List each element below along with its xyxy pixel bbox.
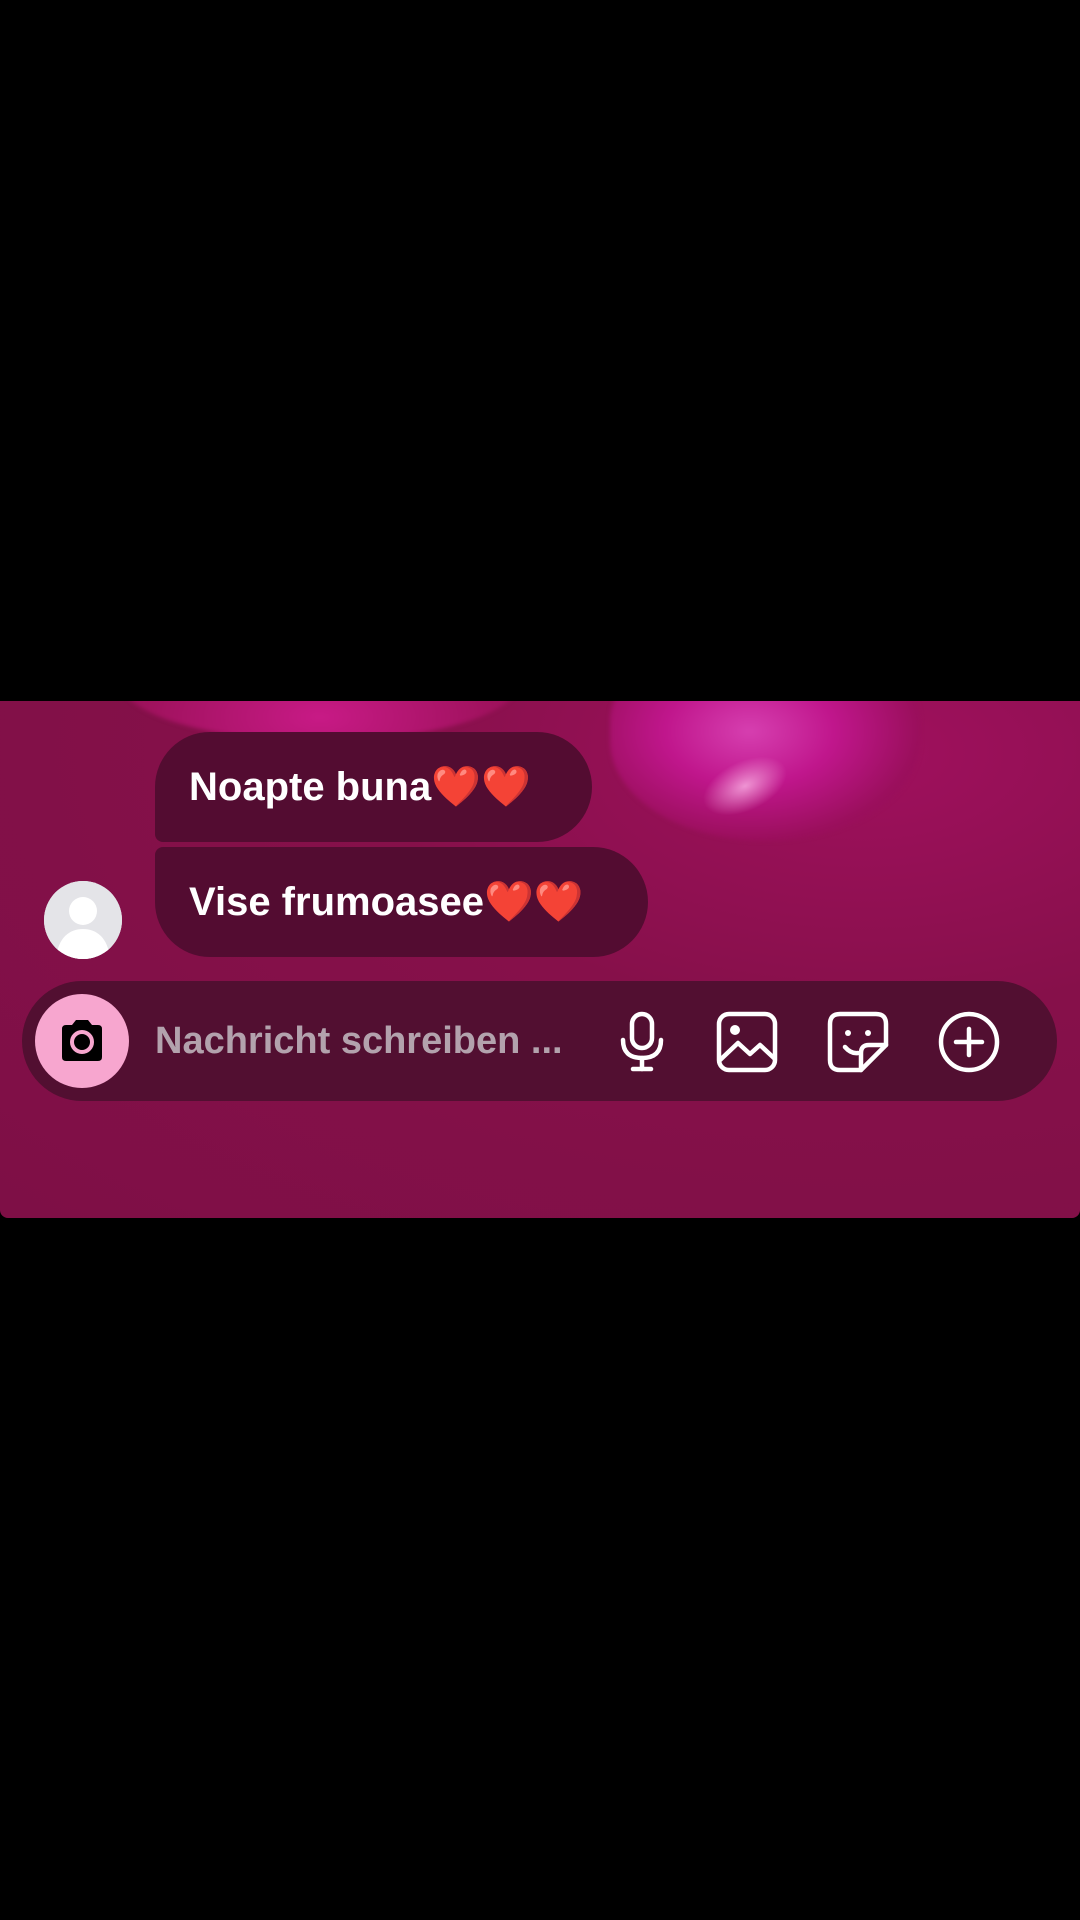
voice-message-button[interactable] [609,1009,675,1075]
message-composer [22,981,1057,1101]
message-input[interactable] [155,1011,595,1071]
letterbox-top [0,0,1080,701]
letterbox-bottom [0,1218,1080,1920]
sender-avatar[interactable] [44,881,122,959]
more-options-button[interactable] [936,1009,1002,1075]
microphone-icon [620,1011,664,1072]
camera-button[interactable] [35,994,129,1088]
gallery-button[interactable] [714,1009,780,1075]
message-bubble[interactable]: Noapte buna❤️❤️ [155,732,592,842]
sticker-button[interactable] [825,1009,891,1075]
message-bubble[interactable]: Vise frumoasee❤️❤️ [155,847,648,957]
plus-circle-icon [938,1011,1000,1073]
sticker-icon [827,1011,889,1073]
chat-thread: Noapte buna❤️❤️ Vise frumoasee❤️❤️ [0,701,1080,1218]
camera-icon [62,1020,102,1061]
image-icon [716,1011,778,1073]
default-profile-icon [44,881,122,959]
